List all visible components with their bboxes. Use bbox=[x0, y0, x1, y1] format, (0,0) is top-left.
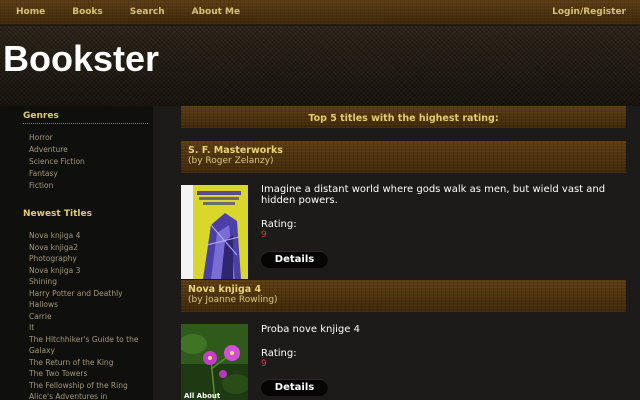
book-header: Nova knjiga 4 (by Joanne Rowling) bbox=[181, 280, 626, 312]
book-description: Proba nove knjige 4 bbox=[261, 324, 360, 335]
genre-item-science-fiction[interactable]: Science Fiction bbox=[29, 156, 85, 168]
newest-titles-list: Nova knjiga 4 Nova knjiga2 Photography N… bbox=[29, 230, 147, 400]
details-button[interactable]: Details bbox=[261, 251, 328, 268]
top-rated-header: Top 5 titles with the highest rating: bbox=[181, 106, 626, 128]
genre-item-horror[interactable]: Horror bbox=[29, 132, 85, 144]
book-cover-image[interactable] bbox=[181, 185, 248, 279]
newest-title-item[interactable]: Nova knjiga2 bbox=[29, 242, 147, 254]
newest-titles-heading: Newest Titles bbox=[23, 209, 92, 219]
rating-label: Rating: bbox=[261, 219, 297, 230]
nav-home-link[interactable]: Home bbox=[16, 0, 45, 25]
cover-caption: All About bbox=[184, 392, 221, 400]
genre-item-fiction[interactable]: Fiction bbox=[29, 180, 85, 192]
site-title[interactable]: Bookster bbox=[3, 38, 159, 80]
newest-title-item[interactable]: Nova knjiga 4 bbox=[29, 230, 147, 242]
rating-label: Rating: bbox=[261, 348, 297, 359]
top-rated-title: Top 5 titles with the highest rating: bbox=[308, 113, 499, 124]
book-header: S. F. Masterworks (by Roger Zelanzy) bbox=[181, 141, 626, 173]
newest-title-item[interactable]: Nova knjiga 3 bbox=[29, 265, 147, 277]
genres-heading: Genres bbox=[23, 111, 148, 124]
rating-value: 9 bbox=[261, 230, 267, 240]
newest-title-item[interactable]: The Hitchhiker's Guide to the Galaxy bbox=[29, 334, 147, 357]
nav-books-link[interactable]: Books bbox=[72, 0, 103, 25]
genres-list: Horror Adventure Science Fiction Fantasy… bbox=[29, 132, 85, 192]
main-content: Top 5 titles with the highest rating: S.… bbox=[181, 106, 626, 400]
newest-title-item[interactable]: Shining bbox=[29, 276, 147, 288]
nav-search-link[interactable]: Search bbox=[130, 0, 165, 25]
top-navigation: Home Books Search About Me Login/Registe… bbox=[0, 0, 640, 25]
details-button[interactable]: Details bbox=[261, 379, 328, 396]
genre-item-fantasy[interactable]: Fantasy bbox=[29, 168, 85, 180]
book-cover-image[interactable]: All About bbox=[181, 324, 248, 400]
rating-value: 9 bbox=[261, 359, 267, 369]
site-header: Bookster bbox=[0, 26, 640, 106]
sidebar: Genres Horror Adventure Science Fiction … bbox=[0, 106, 153, 400]
book-cover-art bbox=[181, 185, 248, 279]
login-register-link[interactable]: Login/Register bbox=[552, 0, 626, 25]
flower-cover-art bbox=[181, 324, 248, 400]
nav-about-link[interactable]: About Me bbox=[192, 0, 241, 25]
newest-title-item[interactable]: The Two Towers bbox=[29, 368, 147, 380]
book-author: (by Roger Zelanzy) bbox=[188, 156, 274, 166]
newest-title-item[interactable]: Alice's Adventures in bbox=[29, 391, 147, 400]
genre-item-adventure[interactable]: Adventure bbox=[29, 144, 85, 156]
book-title[interactable]: Nova knjiga 4 bbox=[188, 280, 626, 295]
newest-title-item[interactable]: The Return of the King bbox=[29, 357, 147, 369]
newest-title-item[interactable]: Carrie bbox=[29, 311, 147, 323]
newest-title-item[interactable]: Photography bbox=[29, 253, 147, 265]
book-author: (by Joanne Rowling) bbox=[188, 295, 278, 305]
newest-title-item[interactable]: It bbox=[29, 322, 147, 334]
book-description: Imagine a distant world where gods walk … bbox=[261, 184, 606, 206]
newest-title-item[interactable]: The Fellowship of the Ring bbox=[29, 380, 147, 392]
nav-links: Home Books Search About Me bbox=[16, 0, 267, 25]
book-title[interactable]: S. F. Masterworks bbox=[188, 141, 626, 156]
newest-title-item[interactable]: Harry Potter and Deathly Hallows bbox=[29, 288, 147, 311]
